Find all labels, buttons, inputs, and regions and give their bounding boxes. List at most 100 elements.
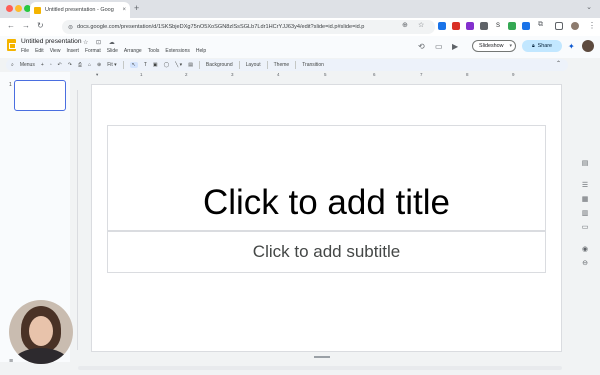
menu-arrange[interactable]: Arrange [124,48,142,54]
share-button[interactable]: 🔒︎ Share [522,40,562,52]
new-slide-dropdown-icon[interactable]: ▫ [50,62,52,68]
slideshow-button[interactable]: Slideshow ▾ [472,40,516,52]
undo-icon[interactable]: ↶ [58,62,62,68]
menu-file[interactable]: File [21,48,29,54]
presenter-face [29,316,53,346]
folder-icon[interactable]: ▭ [581,224,589,232]
new-slide-icon[interactable]: + [41,62,44,68]
calendar-icon[interactable]: ▦ [581,196,589,204]
collapse-menus-icon[interactable]: ⌃ [556,60,561,67]
webcam-overlay [9,300,73,364]
ruler-tick: 1 [140,72,143,77]
contacts-icon[interactable]: ▥ [581,210,589,218]
tasks-icon[interactable]: ☰ [581,182,589,190]
transition-button[interactable]: Transition [302,62,324,68]
url-text: docs.google.com/presentation/d/1SKSbjeDX… [77,24,365,30]
lock-icon: 🔒︎ [531,43,535,49]
extension-icon[interactable] [522,22,530,30]
meet-camera-icon[interactable]: ▶ [452,42,458,51]
slide-number: 1 [9,82,12,88]
document-title[interactable]: Untitled presentation [21,38,81,45]
line-icon[interactable]: ╲ ▾ [175,62,182,68]
version-history-icon[interactable]: ⟲ [418,42,425,51]
editing-toolbar: ⌕ Menus + ▫ ↶ ↷ ⎙ ⌂ ⊕ Fit ▾ ↖ T ▣ ◯ ╲ ▾ … [6,59,568,71]
search-menus-icon[interactable]: ⌕ [11,62,14,68]
menu-slide[interactable]: Slide [107,48,118,54]
extensions-puzzle-icon[interactable]: ⧉ [538,21,543,29]
menu-help[interactable]: Help [196,48,206,54]
slideshow-dropdown-icon[interactable]: ▾ [509,43,512,49]
extension-icon[interactable] [466,22,474,30]
account-avatar[interactable] [582,40,594,52]
toolbar-divider [122,61,124,69]
menu-insert[interactable]: Insert [66,48,79,54]
menu-tools[interactable]: Tools [148,48,160,54]
ruler-tick: 6 [373,72,376,77]
forward-button[interactable]: → [22,21,30,30]
theme-button[interactable]: Theme [274,62,290,68]
shape-icon[interactable]: ◯ [164,62,170,68]
paint-format-icon[interactable]: ⌂ [88,62,91,68]
keep-icon[interactable]: ▤ [581,160,589,168]
subtitle-placeholder: Click to add subtitle [252,242,401,261]
background-button[interactable]: Background [206,62,233,68]
ruler-tick: 9 [512,72,515,77]
toolbar-divider [198,61,200,69]
search-menus-label[interactable]: Menus [20,62,35,68]
zoom-icon[interactable]: ⊕ [402,21,408,29]
addon-icon[interactable]: ⊖ [581,260,589,268]
toolbar-divider [238,61,240,69]
reload-button[interactable]: ↻ [37,21,44,30]
text-box-icon[interactable]: T [144,62,147,68]
back-button[interactable]: ← [7,21,15,30]
maps-icon[interactable]: ◉ [581,246,589,254]
horizontal-scrollbar[interactable] [78,366,562,370]
tab-close-icon[interactable]: × [122,7,126,13]
comment-add-icon[interactable]: ▤ [188,62,193,68]
extension-icon[interactable] [508,22,516,30]
title-icons[interactable]: ☆ ⊡ ☁ [83,39,118,46]
side-panel-apps: ▤ ☰ ▦ ▥ ▭ ◉ ⊖ [577,152,593,272]
browser-menu-icon[interactable]: ⋮ [588,21,596,30]
menu-extensions[interactable]: Extensions [165,48,189,54]
select-cursor-icon[interactable]: ↖ [129,62,138,68]
redo-icon[interactable]: ↷ [68,62,72,68]
horizontal-ruler[interactable]: ▾ 1 2 3 4 5 6 7 8 9 [92,72,562,78]
extension-icon[interactable]: S [494,22,502,30]
browser-tab[interactable]: Untitled presentation - Goog × [30,2,130,18]
extension-icon[interactable] [480,22,488,30]
tab-search-icon[interactable]: ⌄ [586,3,592,11]
window-close-button[interactable] [6,5,13,12]
image-icon[interactable]: ▣ [153,62,158,68]
toolbar-divider [266,61,268,69]
extension-icon[interactable] [438,22,446,30]
slide-menu-icon[interactable]: ≡ [9,358,13,365]
ruler-tick: 3 [231,72,234,77]
ruler-tick: 4 [277,72,280,77]
title-placeholder-box[interactable]: Click to add title [107,125,546,231]
menu-view[interactable]: View [50,48,61,54]
speaker-notes-handle[interactable] [314,356,330,358]
presenter-shirt [13,348,69,364]
new-tab-button[interactable]: + [134,3,139,13]
bookmark-star-icon[interactable]: ☆ [418,21,424,29]
subtitle-placeholder-box[interactable]: Click to add subtitle [107,231,546,273]
vertical-ruler[interactable] [72,90,78,350]
layout-button[interactable]: Layout [246,62,261,68]
zoom-icon[interactable]: ⊕ [97,62,101,68]
menu-edit[interactable]: Edit [35,48,44,54]
gemini-icon[interactable]: ✦ [568,42,575,51]
slides-logo-icon[interactable] [7,39,16,51]
site-info-icon[interactable]: ⊜ [68,24,73,31]
zoom-select[interactable]: Fit ▾ [107,62,116,68]
menu-format[interactable]: Format [85,48,101,54]
slide-thumbnail[interactable] [14,80,66,111]
profile-avatar[interactable] [571,22,579,30]
comments-icon[interactable]: ▭ [435,42,443,51]
extension-icon[interactable] [452,22,460,30]
window-minimize-button[interactable] [15,5,22,12]
print-icon[interactable]: ⎙ [78,62,82,68]
side-panel-icon[interactable] [555,22,563,30]
address-bar[interactable]: ⊜ docs.google.com/presentation/d/1SKSbje… [62,20,435,34]
browser-toolbar: ← → ↻ ⊜ docs.google.com/presentation/d/1… [0,18,600,36]
